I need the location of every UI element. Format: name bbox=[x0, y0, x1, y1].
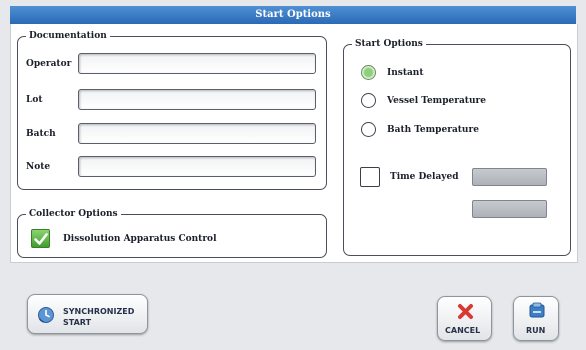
vessel-temperature-radio[interactable] bbox=[361, 93, 376, 108]
app-frame: Start Options Documentation Operator Lot… bbox=[0, 0, 586, 350]
bath-temperature-radio[interactable] bbox=[361, 122, 376, 137]
dissolution-apparatus-checkbox[interactable] bbox=[31, 229, 50, 248]
run-button[interactable]: RUN bbox=[513, 296, 559, 341]
collector-options-group: Collector Options Dissolution Apparatus … bbox=[17, 207, 327, 258]
operator-field[interactable] bbox=[78, 53, 316, 74]
collector-options-title: Collector Options bbox=[26, 207, 121, 221]
batch-label: Batch bbox=[26, 129, 56, 139]
time-delay-input-2 bbox=[472, 200, 547, 218]
checkmark-icon bbox=[34, 233, 48, 245]
start-options-dialog: Documentation Operator Lot Batch Note Co… bbox=[10, 24, 578, 263]
sync-clock-icon bbox=[37, 306, 55, 328]
cancel-label: CANCEL bbox=[445, 326, 481, 335]
operator-label: Operator bbox=[26, 59, 72, 69]
documentation-group-title: Documentation bbox=[26, 29, 110, 43]
synchronized-label-line2: START bbox=[63, 318, 92, 327]
window-title: Start Options bbox=[10, 6, 576, 24]
note-field[interactable] bbox=[78, 156, 316, 177]
instant-label: Instant bbox=[387, 68, 424, 78]
instant-radio[interactable] bbox=[361, 65, 376, 80]
lot-field[interactable] bbox=[78, 89, 316, 110]
time-delayed-checkbox[interactable] bbox=[360, 167, 380, 187]
vessel-temperature-label: Vessel Temperature bbox=[387, 96, 486, 106]
dissolution-apparatus-label: Dissolution Apparatus Control bbox=[63, 234, 217, 244]
start-options-group: Start Options Instant Vessel Temperature… bbox=[343, 37, 571, 256]
batch-field[interactable] bbox=[78, 123, 316, 144]
start-options-group-title: Start Options bbox=[352, 37, 426, 51]
blue-run-icon bbox=[528, 302, 546, 324]
time-delay-input-1 bbox=[472, 168, 547, 186]
lot-label: Lot bbox=[26, 95, 43, 105]
synchronized-label-line1: SYNCHRONIZED bbox=[63, 307, 135, 316]
note-label: Note bbox=[26, 162, 51, 172]
run-label: RUN bbox=[526, 326, 546, 335]
time-delayed-label: Time Delayed bbox=[390, 172, 459, 182]
synchronized-start-button[interactable]: SYNCHRONIZED START bbox=[27, 294, 148, 334]
cancel-button[interactable]: CANCEL bbox=[437, 296, 492, 341]
documentation-group: Documentation Operator Lot Batch Note bbox=[17, 29, 327, 190]
red-x-icon bbox=[457, 303, 474, 324]
bath-temperature-label: Bath Temperature bbox=[387, 125, 479, 135]
